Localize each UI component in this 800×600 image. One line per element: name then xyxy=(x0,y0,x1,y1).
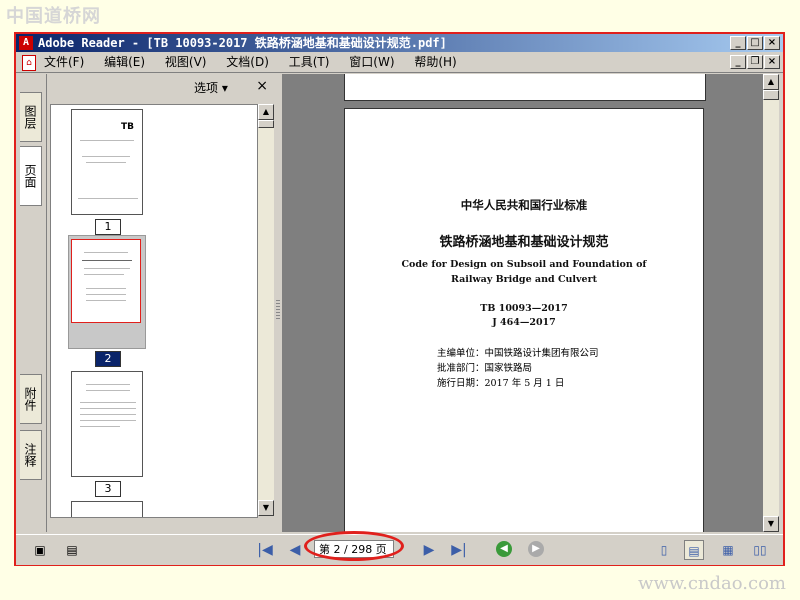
doc-close-button[interactable]: × xyxy=(764,55,780,69)
tab-comments[interactable]: 注释 xyxy=(20,430,42,480)
doc-minimize-button[interactable]: _ xyxy=(730,55,746,69)
document-page: 中华人民共和国行业标准 铁路桥涵地基和基础设计规范 Code for Desig… xyxy=(344,108,704,532)
continuous-view-icon[interactable]: ▤ xyxy=(684,540,704,560)
doc-restore-button[interactable]: ❐ xyxy=(747,55,763,69)
menu-file[interactable]: 文件(F) xyxy=(44,52,84,72)
doc-title-en-2: Railway Bridge and Culvert xyxy=(451,274,597,285)
doc-scrollbar-thumb[interactable] xyxy=(763,90,779,100)
tab-layers[interactable]: 图层 xyxy=(20,92,42,142)
tab-attachments[interactable]: 附件 xyxy=(20,374,42,424)
doc-title-cn: 铁路桥涵地基和基础设计规范 xyxy=(439,235,609,250)
last-page-icon[interactable]: ▶| xyxy=(450,542,468,558)
doc-editor: 主编单位：中国铁路设计集团有限公司 xyxy=(437,348,599,359)
tab-pages[interactable]: 页面 xyxy=(20,146,42,206)
scroll-down-arrow-icon[interactable]: ▼ xyxy=(258,500,274,516)
first-page-icon[interactable]: |◀ xyxy=(256,542,274,558)
thumbnail-label-2[interactable]: 2 xyxy=(95,351,121,367)
panel-header: 选项 ▾ × xyxy=(48,74,274,100)
menu-edit[interactable]: 编辑(E) xyxy=(104,52,145,72)
thumbnail-list[interactable]: TB 1 2 3 xyxy=(50,104,258,518)
menu-tools[interactable]: 工具(T) xyxy=(289,52,330,72)
menu-view[interactable]: 视图(V) xyxy=(165,52,207,72)
go-forward-icon[interactable]: ▶ xyxy=(528,541,544,557)
doc-title-en-1: Code for Design on Subsoil and Foundatio… xyxy=(401,259,647,270)
page-thumbnail-1[interactable]: TB xyxy=(71,109,143,215)
page-thumbnail-4[interactable] xyxy=(71,501,143,517)
single-page-view-icon[interactable]: ▯ xyxy=(654,540,674,560)
navigation-tab-rail: 图层 页面 附件 注释 xyxy=(16,74,47,532)
minimize-button[interactable]: _ xyxy=(730,36,746,50)
highlight-oval xyxy=(304,531,404,561)
menu-bar: ⌂ 文件(F) 编辑(E) 视图(V) 文档(D) 工具(T) 窗口(W) 帮助… xyxy=(16,52,783,73)
panel-splitter[interactable] xyxy=(274,74,282,532)
page-layout-icon[interactable]: ▤ xyxy=(64,542,80,558)
title-bar: A Adobe Reader - [TB 10093-2017 铁路桥涵地基和基… xyxy=(16,34,783,52)
status-bar: ▣ ▤ |◀ ◀ 第 2 / 298 页 ▶ ▶| ◀ ▶ ▯ ▤ ▦ ▯▯ xyxy=(16,531,783,565)
facing-view-icon[interactable]: ▦ xyxy=(718,540,738,560)
pdf-document-icon[interactable]: ⌂ xyxy=(22,55,36,71)
thumbnail-scrollbar[interactable]: ▲ ▼ xyxy=(258,104,274,516)
menu-window[interactable]: 窗口(W) xyxy=(349,52,394,72)
thumb-code: TB xyxy=(121,122,134,132)
adobe-reader-icon: A xyxy=(19,36,33,50)
screen-icon[interactable]: ▣ xyxy=(32,542,48,558)
scroll-up-arrow-icon[interactable]: ▲ xyxy=(258,104,274,120)
menu-document[interactable]: 文档(D) xyxy=(226,52,269,72)
page-thumbnail-3[interactable] xyxy=(71,371,143,477)
menu-help[interactable]: 帮助(H) xyxy=(414,52,456,72)
pages-panel: 选项 ▾ × TB 1 2 3 ▲ ▼ xyxy=(48,74,274,532)
splitter-grip-icon[interactable] xyxy=(276,300,280,320)
doc-scroll-down-arrow-icon[interactable]: ▼ xyxy=(763,516,779,532)
go-back-icon[interactable]: ◀ xyxy=(496,541,512,557)
maximize-button[interactable]: □ xyxy=(747,36,763,50)
doc-approver: 批准部门：国家铁路局 xyxy=(437,363,533,374)
document-view[interactable]: 中华人民共和国行业标准 铁路桥涵地基和基础设计规范 Code for Desig… xyxy=(282,74,766,532)
previous-page-edge xyxy=(344,74,706,101)
thumbnail-label-1[interactable]: 1 xyxy=(95,219,121,235)
site-logo: 中国道桥网 xyxy=(6,6,101,27)
site-url: www.cndao.com xyxy=(638,573,786,594)
scrollbar-thumb[interactable] xyxy=(258,120,274,128)
panel-close-button[interactable]: × xyxy=(256,78,268,94)
previous-page-icon[interactable]: ◀ xyxy=(288,542,302,558)
page-thumbnail-2[interactable] xyxy=(71,239,141,323)
window-title: Adobe Reader - [TB 10093-2017 铁路桥涵地基和基础设… xyxy=(38,36,447,50)
document-scrollbar[interactable]: ▲ ▼ xyxy=(763,74,779,532)
next-page-icon[interactable]: ▶ xyxy=(422,542,436,558)
doc-scroll-up-arrow-icon[interactable]: ▲ xyxy=(763,74,779,90)
continuous-facing-view-icon[interactable]: ▯▯ xyxy=(750,540,770,560)
thumbnail-label-3[interactable]: 3 xyxy=(95,481,121,497)
doc-effective-date: 施行日期：2017 年 5 月 1 日 xyxy=(437,378,565,389)
app-window: A Adobe Reader - [TB 10093-2017 铁路桥涵地基和基… xyxy=(14,32,785,566)
close-button[interactable]: × xyxy=(764,36,780,50)
doc-standard-line: 中华人民共和国行业标准 xyxy=(460,198,588,212)
doc-code-tb: TB 10093—2017 xyxy=(480,303,568,314)
options-dropdown[interactable]: 选项 ▾ xyxy=(194,79,228,96)
doc-code-j: J 464—2017 xyxy=(492,317,556,328)
